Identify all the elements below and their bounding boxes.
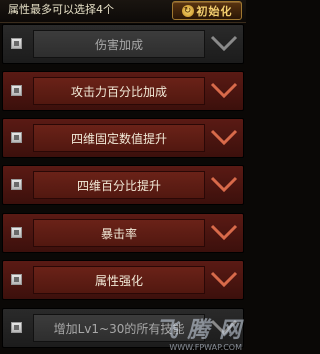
attribute-select[interactable]: 攻击力百分比加成	[33, 77, 205, 105]
selection-limit-title: 属性最多可以选择4个	[8, 3, 114, 16]
attribute-row[interactable]: 四维固定数值提升	[2, 118, 244, 158]
attribute-select[interactable]: 四维固定数值提升	[33, 124, 205, 152]
reset-button[interactable]: ↻ 初始化	[172, 1, 242, 20]
attribute-row[interactable]: 增加Lv1~30的所有技能	[2, 308, 244, 348]
attribute-checkbox[interactable]	[11, 38, 22, 49]
attribute-checkbox[interactable]	[11, 132, 22, 143]
refresh-icon: ↻	[181, 4, 194, 17]
attribute-row[interactable]: 伤害加成	[2, 24, 244, 64]
chevron-down-icon[interactable]	[209, 33, 239, 53]
reset-button-label: 初始化	[196, 4, 233, 18]
attribute-select[interactable]: 属性强化	[33, 266, 205, 294]
chevron-down-icon[interactable]	[209, 127, 239, 147]
attribute-row[interactable]: 属性强化	[2, 260, 244, 300]
attribute-select[interactable]: 伤害加成	[33, 30, 205, 58]
attribute-select[interactable]: 四维百分比提升	[33, 171, 205, 199]
chevron-down-icon[interactable]	[209, 80, 239, 100]
attribute-checkbox[interactable]	[11, 322, 22, 333]
attribute-checkbox[interactable]	[11, 274, 22, 285]
chevron-down-icon[interactable]	[209, 222, 239, 242]
panel-header: 属性最多可以选择4个 ↻ 初始化	[0, 0, 246, 23]
attribute-checkbox[interactable]	[11, 179, 22, 190]
attribute-select[interactable]: 增加Lv1~30的所有技能	[33, 314, 205, 342]
attribute-row[interactable]: 四维百分比提升	[2, 165, 244, 205]
chevron-down-icon[interactable]	[209, 269, 239, 289]
attribute-row[interactable]: 暴击率	[2, 213, 244, 253]
attribute-select[interactable]: 暴击率	[33, 219, 205, 247]
chevron-down-icon[interactable]	[209, 174, 239, 194]
attribute-checkbox[interactable]	[11, 227, 22, 238]
chevron-down-icon[interactable]	[209, 317, 239, 337]
attribute-checkbox[interactable]	[11, 85, 22, 96]
attribute-row[interactable]: 攻击力百分比加成	[2, 71, 244, 111]
